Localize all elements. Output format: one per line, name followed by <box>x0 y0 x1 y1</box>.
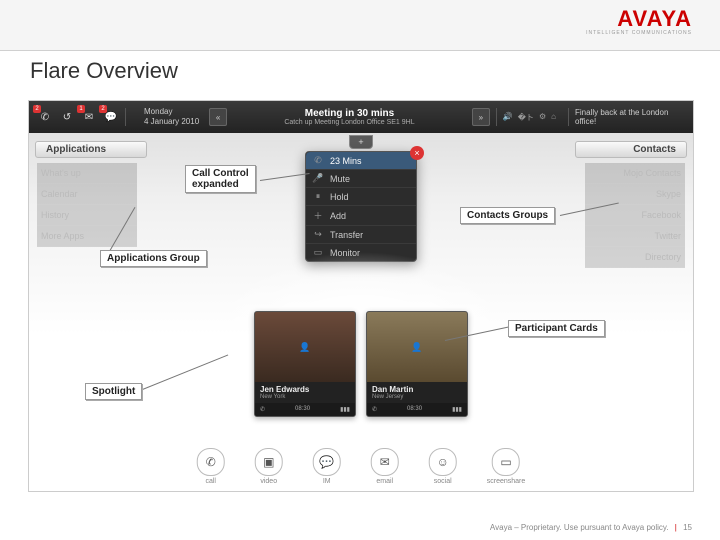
flare-app-screenshot: ✆2 ↺ ✉1 💬2 Monday 4 January 2010 « Meeti… <box>28 100 694 492</box>
next-button[interactable]: » <box>472 108 490 126</box>
header-bar: AVAYA INTELLIGENT COMMUNICATIONS <box>0 0 720 51</box>
call-icon: ✆ <box>197 448 225 476</box>
slide-title: Flare Overview <box>30 58 178 84</box>
participant-location: New Jersey <box>372 394 462 400</box>
footer-text: Avaya – Proprietary. Use pursuant to Ava… <box>490 523 669 532</box>
phone-icon: ✆ <box>312 155 324 166</box>
participant-location: New York <box>260 394 350 400</box>
transfer-button[interactable]: ↪Transfer <box>306 226 416 244</box>
wifi-icon[interactable]: �ト <box>518 112 534 123</box>
dock-video[interactable]: ▣video <box>255 448 283 485</box>
hold-button[interactable]: ⏸Hold <box>306 188 416 206</box>
brand-name: AVAYA <box>586 6 692 32</box>
callout-applications-group: Applications Group <box>100 250 207 267</box>
avatar: 👤 <box>255 312 355 382</box>
contacts-header: Contacts <box>575 141 687 158</box>
status-icon: ✆ <box>372 406 377 413</box>
meeting-info[interactable]: Meeting in 30 mins Catch up Meeting Lond… <box>227 108 472 126</box>
sidebar-item[interactable]: History <box>37 205 137 226</box>
meeting-title: Meeting in 30 mins <box>227 108 472 119</box>
notification-icons: ✆2 ↺ ✉1 💬2 <box>37 109 119 125</box>
plus-icon: ＋ <box>312 209 324 222</box>
date-display: Monday 4 January 2010 <box>144 107 199 127</box>
home-icon[interactable]: ⌂ <box>551 112 556 123</box>
dock-call[interactable]: ✆call <box>197 448 225 485</box>
pause-icon: ⏸ <box>312 191 324 202</box>
day-label: Monday <box>144 107 199 117</box>
app-top-bar: ✆2 ↺ ✉1 💬2 Monday 4 January 2010 « Meeti… <box>29 101 693 133</box>
participant-card[interactable]: 👤 Jen Edwards New York ✆ 08:30 ▮▮▮ <box>254 311 356 417</box>
callout-contacts-groups: Contacts Groups <box>460 207 555 224</box>
social-icon: ☺ <box>429 448 457 476</box>
sidebar-item[interactable]: Skype <box>585 184 685 205</box>
sidebar-item[interactable]: Facebook <box>585 205 685 226</box>
callout-spotlight: Spotlight <box>85 383 142 400</box>
close-icon[interactable]: × <box>410 146 424 160</box>
add-button[interactable]: ＋Add <box>306 206 416 226</box>
sidebar-item[interactable]: Directory <box>585 247 685 268</box>
sound-icon[interactable]: 🔊 <box>503 112 513 123</box>
signal-icon: ▮▮▮ <box>452 406 462 413</box>
phone-icon[interactable]: ✆2 <box>37 109 53 125</box>
callout-call-control: Call Control expanded <box>185 165 256 193</box>
im-icon[interactable]: 💬2 <box>103 109 119 125</box>
callout-participant-cards: Participant Cards <box>508 320 605 337</box>
badge-count: 1 <box>77 105 85 113</box>
badge-count: 2 <box>99 105 107 113</box>
call-duration-row: ✆ 23 Mins × <box>306 152 416 170</box>
participant-cards: 👤 Jen Edwards New York ✆ 08:30 ▮▮▮ 👤 Dan M… <box>254 311 468 417</box>
signal-icon: ▮▮▮ <box>340 406 350 413</box>
mic-icon: 🎤 <box>312 173 324 184</box>
dock-email[interactable]: ✉email <box>371 448 399 485</box>
expand-handle[interactable]: + <box>349 135 373 149</box>
settings-icon[interactable]: ⚙ <box>539 112 546 123</box>
dock-screenshare[interactable]: ▭screenshare <box>487 448 526 485</box>
sidebar-item[interactable]: Mojo Contacts <box>585 163 685 184</box>
prev-button[interactable]: « <box>209 108 227 126</box>
participant-time: 08:30 <box>407 406 422 413</box>
participant-name: Dan Martin <box>372 385 462 394</box>
mail-icon[interactable]: ✉1 <box>81 109 97 125</box>
voicemail-icon[interactable]: ↺ <box>59 109 75 125</box>
system-tray: 🔊 �ト ⚙ ⌂ <box>503 112 556 123</box>
email-icon: ✉ <box>371 448 399 476</box>
dock-im[interactable]: 💬IM <box>313 448 341 485</box>
mute-button[interactable]: 🎤Mute <box>306 170 416 188</box>
page-number: 15 <box>683 523 692 532</box>
call-control-panel: ✆ 23 Mins × 🎤Mute ⏸Hold ＋Add ↪Transfer ▭… <box>305 151 417 262</box>
call-duration: 23 Mins <box>330 156 362 166</box>
participant-time: 08:30 <box>295 406 310 413</box>
transfer-icon: ↪ <box>312 229 324 240</box>
meeting-location: Catch up Meeting London Office SE1 9HL <box>227 119 472 126</box>
status-message[interactable]: Finally back at the London office! <box>575 108 685 126</box>
contacts-list: Mojo Contacts Skype Facebook Twitter Dir… <box>585 163 685 268</box>
sidebar-item[interactable]: What's up <box>37 163 137 184</box>
sidebar-item[interactable]: Calendar <box>37 184 137 205</box>
avatar: 👤 <box>367 312 467 382</box>
badge-count: 2 <box>33 105 41 113</box>
date-label: 4 January 2010 <box>144 117 199 127</box>
participant-name: Jen Edwards <box>260 385 350 394</box>
applications-header: Applications <box>35 141 147 158</box>
brand-tagline: INTELLIGENT COMMUNICATIONS <box>586 30 692 36</box>
dock-social[interactable]: ☺social <box>429 448 457 485</box>
slide-footer: Avaya – Proprietary. Use pursuant to Ava… <box>490 523 692 532</box>
action-dock: ✆call ▣video 💬IM ✉email ☺social ▭screens… <box>197 448 526 485</box>
participant-card[interactable]: 👤 Dan Martin New Jersey ✆ 08:30 ▮▮▮ <box>366 311 468 417</box>
applications-list: What's up Calendar History More Apps <box>37 163 137 247</box>
brand-logo: AVAYA INTELLIGENT COMMUNICATIONS <box>586 6 692 36</box>
sidebar-item[interactable]: Twitter <box>585 226 685 247</box>
status-icon: ✆ <box>260 406 265 413</box>
video-icon: ▣ <box>255 448 283 476</box>
im-icon: 💬 <box>313 448 341 476</box>
screenshare-icon: ▭ <box>492 448 520 476</box>
